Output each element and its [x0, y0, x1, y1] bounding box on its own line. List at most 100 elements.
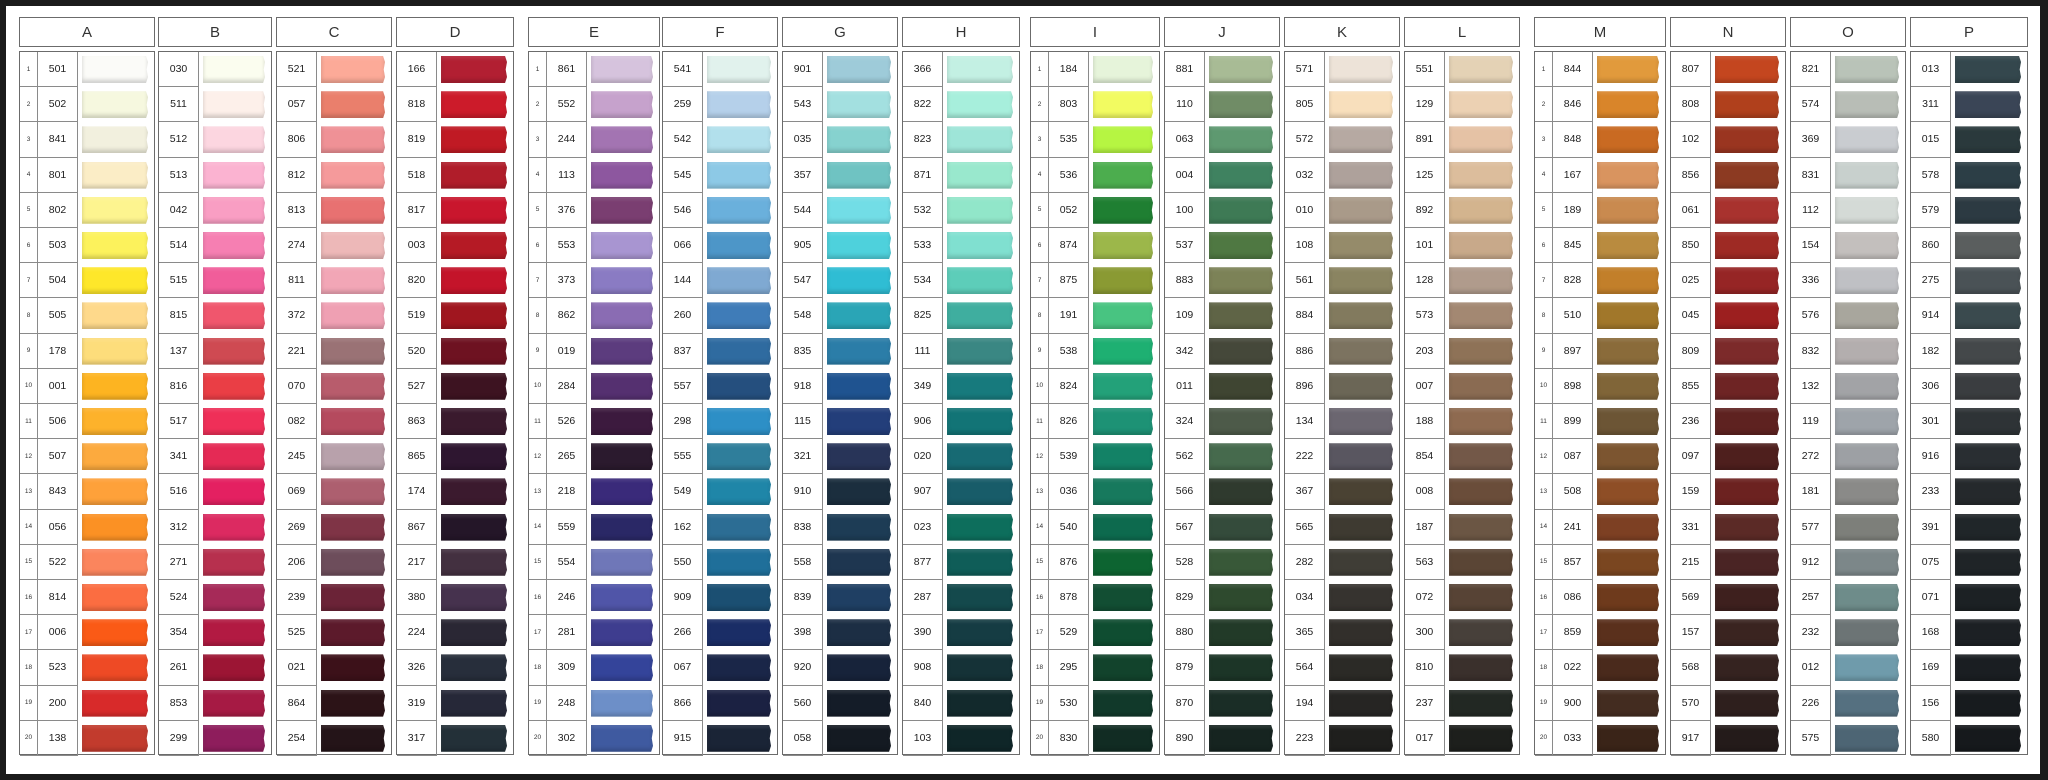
color-code: 576 — [1791, 298, 1831, 334]
color-code: 843 — [38, 474, 78, 510]
row-number: 1 — [1535, 52, 1553, 88]
swatch-row: 154 — [1791, 228, 1907, 264]
color-code: 866 — [663, 685, 703, 721]
color-swatch — [947, 443, 1013, 471]
color-swatch — [1093, 302, 1153, 330]
swatch-row: 575 — [1791, 720, 1907, 756]
color-swatch — [591, 548, 653, 576]
color-code: 832 — [1791, 333, 1831, 369]
swatch-row: 102 — [1671, 122, 1787, 158]
group-body: 1 501 2 502 3 841 4 801 5 802 6 503 7 504 8 505 9 178 10 00… — [19, 51, 156, 756]
color-code: 295 — [1049, 650, 1089, 686]
color-swatch — [1715, 724, 1779, 752]
color-code: 890 — [1165, 720, 1205, 756]
swatch-row: 269 — [277, 509, 393, 545]
color-swatch — [1715, 302, 1779, 330]
color-group-o: O 821 574 369 831 112 154 336 576 832 132 119 272 181… — [1790, 17, 1906, 757]
swatch-row: 336 — [1791, 263, 1907, 299]
swatch-row: 810 — [1405, 650, 1521, 686]
color-swatch — [441, 689, 507, 717]
color-code: 137 — [159, 333, 199, 369]
swatch-row: 075 — [1911, 544, 2029, 580]
swatch-row: 524 — [159, 580, 273, 616]
color-code: 823 — [903, 122, 943, 158]
swatch-row: 854 — [1405, 439, 1521, 475]
color-swatch — [321, 548, 385, 576]
color-swatch — [1209, 689, 1273, 717]
color-swatch — [1093, 654, 1153, 682]
row-number: 16 — [529, 580, 547, 616]
color-code: 101 — [1405, 228, 1445, 264]
color-code: 287 — [903, 580, 943, 616]
swatch-row: 341 — [159, 439, 273, 475]
color-code: 103 — [903, 720, 943, 756]
color-swatch — [82, 302, 148, 330]
color-code: 265 — [547, 439, 587, 475]
row-number: 6 — [529, 228, 547, 264]
row-number: 4 — [1031, 157, 1049, 193]
color-swatch — [1955, 267, 2021, 295]
color-code: 317 — [397, 720, 437, 756]
color-code: 087 — [1553, 439, 1593, 475]
thread-color-chart: A 1 501 2 502 3 841 4 801 5 802 6 503 7 504 8 505 9 178 10 0… — [6, 6, 2040, 774]
color-code: 217 — [397, 544, 437, 580]
color-code: 829 — [1165, 580, 1205, 616]
color-code: 257 — [1791, 580, 1831, 616]
color-code: 326 — [397, 650, 437, 686]
row-number: 7 — [529, 263, 547, 299]
color-code: 174 — [397, 474, 437, 510]
swatch-row: 855 — [1671, 368, 1787, 404]
color-swatch — [591, 408, 653, 435]
color-code: 572 — [1285, 122, 1325, 158]
color-code: 840 — [903, 685, 943, 721]
swatch-row: 9 178 — [20, 333, 156, 369]
swatch-row: 15 876 — [1031, 544, 1161, 580]
color-swatch — [1715, 478, 1779, 506]
color-code: 897 — [1553, 333, 1593, 369]
color-swatch — [1093, 161, 1153, 189]
swatch-row: 13 218 — [529, 474, 661, 510]
row-number: 20 — [20, 720, 38, 756]
color-code: 856 — [1671, 157, 1711, 193]
color-code: 157 — [1671, 615, 1711, 651]
color-swatch — [947, 161, 1013, 189]
color-swatch — [1715, 267, 1779, 295]
color-swatch — [707, 548, 771, 576]
color-code: 536 — [1049, 157, 1089, 193]
swatch-row: 576 — [1791, 298, 1907, 334]
row-number: 18 — [20, 650, 38, 686]
row-number: 1 — [20, 52, 38, 88]
swatch-row: 511 — [159, 87, 273, 123]
color-code: 569 — [1671, 580, 1711, 616]
group-header: E — [528, 17, 660, 47]
color-swatch — [1209, 548, 1273, 576]
color-swatch — [947, 548, 1013, 576]
color-swatch — [707, 126, 771, 154]
color-code: 575 — [1791, 720, 1831, 756]
color-swatch — [1093, 443, 1153, 471]
swatch-row: 528 — [1165, 544, 1281, 580]
color-code: 557 — [663, 368, 703, 404]
swatch-row: 221 — [277, 333, 393, 369]
swatch-row: 805 — [1285, 87, 1401, 123]
swatch-row: 299 — [159, 720, 273, 756]
color-code: 306 — [1911, 368, 1951, 404]
color-swatch — [1835, 548, 1899, 576]
color-swatch — [1449, 126, 1513, 154]
swatch-row: 058 — [783, 720, 899, 756]
swatch-row: 132 — [1791, 368, 1907, 404]
color-swatch — [947, 619, 1013, 647]
color-code: 920 — [783, 650, 823, 686]
color-code: 523 — [38, 650, 78, 686]
color-swatch — [1835, 654, 1899, 682]
color-code: 543 — [783, 87, 823, 123]
swatch-row: 520 — [397, 333, 515, 369]
color-code: 284 — [547, 368, 587, 404]
swatch-row: 910 — [783, 474, 899, 510]
color-swatch — [591, 654, 653, 682]
swatch-row: 7 373 — [529, 263, 661, 299]
swatch-row: 905 — [783, 228, 899, 264]
swatch-row: 907 — [903, 474, 1021, 510]
color-code: 577 — [1791, 509, 1831, 545]
row-number: 5 — [1535, 192, 1553, 228]
